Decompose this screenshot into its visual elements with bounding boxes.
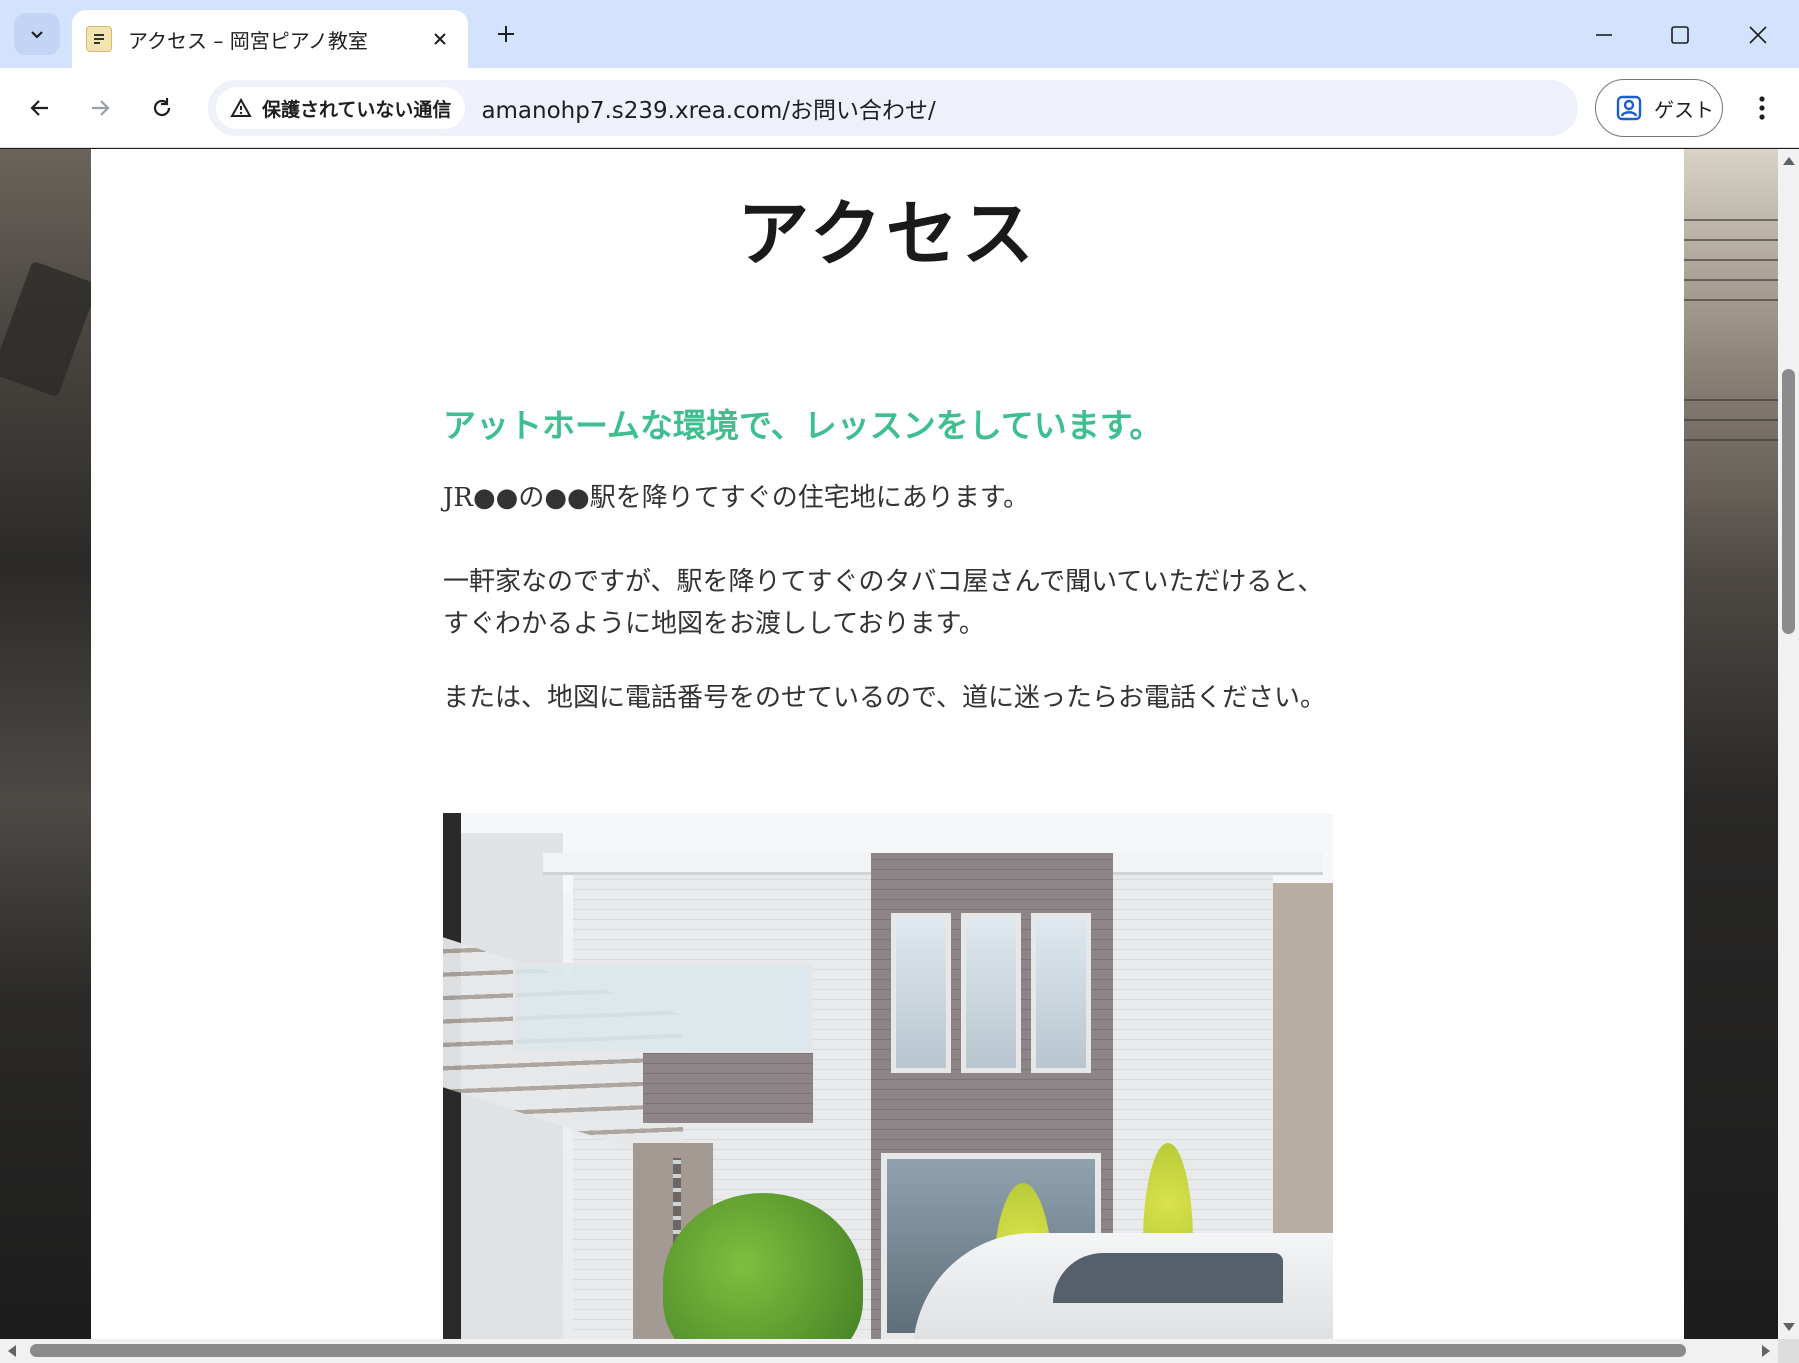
vertical-scroll-thumb[interactable] bbox=[1782, 369, 1795, 634]
browser-toolbar: 保護されていない通信 amanohp7.s239.xrea.com/お問い合わせ… bbox=[0, 68, 1799, 148]
security-chip[interactable]: 保護されていない通信 bbox=[216, 87, 466, 129]
close-window-button[interactable] bbox=[1734, 14, 1782, 56]
address-bar[interactable]: 保護されていない通信 amanohp7.s239.xrea.com/お問い合わせ… bbox=[208, 80, 1578, 136]
more-vertical-icon bbox=[1759, 96, 1765, 120]
page-content: アクセス アットホームな環境で、レッスンをしています。 JR●●の●●駅を降りて… bbox=[91, 149, 1684, 1339]
forward-button[interactable] bbox=[78, 86, 122, 130]
browser-menu-button[interactable] bbox=[1742, 86, 1782, 130]
site-favicon-icon bbox=[86, 26, 112, 52]
new-tab-button[interactable] bbox=[486, 14, 526, 54]
maximize-button[interactable] bbox=[1656, 14, 1704, 56]
tab-search-button[interactable] bbox=[14, 13, 60, 55]
background-right bbox=[1684, 149, 1778, 1339]
house-photo bbox=[443, 813, 1333, 1339]
person-icon bbox=[1616, 95, 1642, 121]
chevron-down-icon bbox=[31, 31, 43, 39]
scrollbar-corner bbox=[1778, 1339, 1799, 1363]
reload-icon bbox=[153, 98, 171, 117]
page-viewport[interactable]: アクセス アットホームな環境で、レッスンをしています。 JR●●の●●駅を降りて… bbox=[0, 149, 1778, 1339]
background-left bbox=[0, 149, 99, 1339]
tab-title: アクセス – 岡宮ピアノ教室 bbox=[128, 28, 368, 53]
paragraph-location: JR●●の●●駅を降りてすぐの住宅地にあります。 bbox=[443, 483, 1030, 513]
horizontal-scroll-thumb[interactable] bbox=[30, 1344, 1686, 1357]
warning-icon bbox=[230, 98, 252, 117]
paragraph-directions: 一軒家なのですが、駅を降りてすぐのタバコ屋さんで聞いていただけると、すぐわかるよ… bbox=[443, 567, 1324, 639]
close-icon bbox=[434, 33, 446, 45]
section-heading: アットホームな環境で、レッスンをしています。 bbox=[443, 406, 1163, 445]
scroll-down-icon[interactable] bbox=[1783, 1323, 1795, 1331]
security-label: 保護されていない通信 bbox=[262, 98, 452, 121]
profile-button[interactable]: ゲスト bbox=[1595, 79, 1723, 137]
back-button[interactable] bbox=[18, 86, 62, 130]
scroll-left-icon[interactable] bbox=[8, 1345, 16, 1357]
arrow-right-icon bbox=[92, 100, 110, 116]
active-tab[interactable]: アクセス – 岡宮ピアノ教室 bbox=[72, 10, 468, 68]
page-title: アクセス bbox=[737, 192, 1038, 276]
tab-close-button[interactable] bbox=[426, 25, 454, 53]
vertical-scrollbar[interactable] bbox=[1778, 149, 1799, 1339]
tab-strip: アクセス – 岡宮ピアノ教室 bbox=[0, 0, 1799, 68]
minimize-button[interactable] bbox=[1580, 14, 1628, 56]
plus-icon bbox=[498, 26, 514, 42]
maximize-icon bbox=[1671, 26, 1689, 44]
paragraph-phone: または、地図に電話番号をのせているので、道に迷ったらお電話ください。 bbox=[443, 683, 1326, 713]
minimize-icon bbox=[1596, 34, 1612, 36]
reload-button[interactable] bbox=[140, 86, 184, 130]
scroll-up-icon[interactable] bbox=[1783, 157, 1795, 165]
url-text[interactable]: amanohp7.s239.xrea.com/お問い合わせ/ bbox=[481, 91, 935, 125]
scroll-right-icon[interactable] bbox=[1762, 1345, 1770, 1357]
arrow-left-icon bbox=[30, 100, 48, 116]
horizontal-scrollbar[interactable] bbox=[0, 1339, 1778, 1363]
profile-label: ゲスト bbox=[1654, 97, 1714, 122]
close-icon bbox=[1749, 26, 1767, 44]
